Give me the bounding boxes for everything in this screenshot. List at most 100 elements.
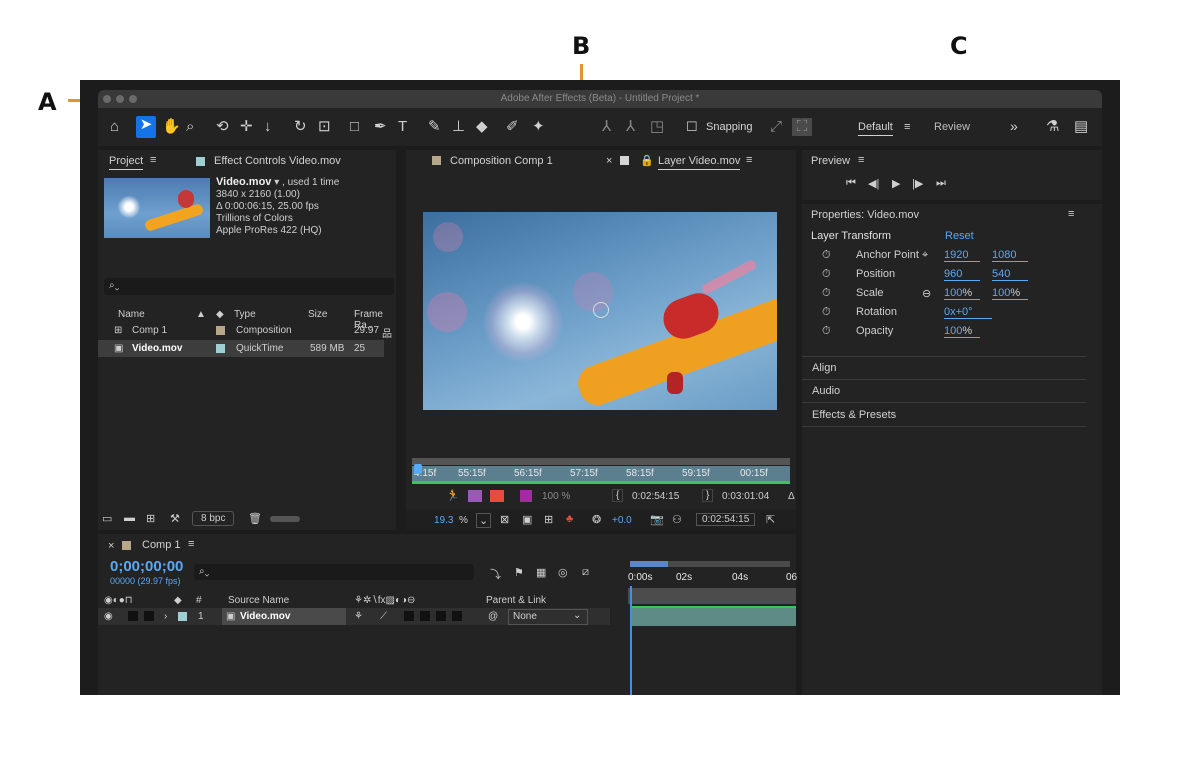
switch-box[interactable] [436, 611, 446, 621]
type-tool-icon[interactable]: T [398, 118, 407, 136]
beta-lab-icon[interactable]: ⚗ [1046, 118, 1059, 136]
playhead-icon[interactable] [414, 464, 422, 474]
snap-features-icon[interactable]: ⛶ [792, 118, 812, 136]
go-to-time-icon[interactable]: ⇱ [766, 513, 775, 526]
shy-layers-icon[interactable]: ⚑ [514, 566, 524, 579]
workspace-menu-icon[interactable]: ≡ [904, 121, 910, 133]
channel-icon[interactable]: ♣ [566, 513, 573, 525]
feedback-icon[interactable]: ▤ [1074, 118, 1088, 136]
tab-layer[interactable]: Layer Video.mov [658, 155, 741, 170]
dolly-tool-icon[interactable]: ↓ [264, 118, 272, 136]
mask-color-b[interactable] [490, 490, 504, 502]
solo-box[interactable] [144, 611, 154, 621]
layer-menu-icon[interactable]: ≡ [746, 154, 752, 166]
project-search-input[interactable]: ⌕⌄ [104, 278, 394, 295]
play-icon[interactable]: ▶ [892, 177, 900, 190]
zoom-value[interactable]: 19.3 [434, 515, 453, 526]
trash-icon[interactable]: 🗑 [248, 512, 262, 525]
switch-box[interactable] [420, 611, 430, 621]
rotation-value[interactable]: 0x+0° [944, 306, 992, 319]
col-parent-link[interactable]: Parent & Link [486, 595, 546, 606]
work-area-range[interactable] [630, 561, 668, 567]
eraser-tool-icon[interactable]: ◆ [476, 118, 488, 136]
tab-composition[interactable]: Composition Comp 1 [450, 155, 553, 167]
comp-marker-icon[interactable]: ⤵ [490, 566, 501, 582]
project-item-video[interactable]: ▣ Video.mov QuickTime 589 MB 25 [98, 340, 384, 357]
stopwatch-icon[interactable]: ⏱ [822, 268, 831, 281]
axis-world-icon[interactable]: ⅄ [626, 118, 635, 136]
opacity-value[interactable]: 100 % [542, 491, 570, 502]
puppet-figure-icon[interactable]: 🏃 [446, 489, 460, 502]
layer-time-ruler[interactable]: 4:15f 55:15f 56:15f 57:15f 58:15f 59:15f… [412, 458, 790, 484]
opacity-field[interactable]: 100% [944, 325, 980, 338]
hand-tool-icon[interactable]: ✋ [162, 118, 181, 136]
timeline-menu-icon[interactable]: ≡ [188, 538, 194, 550]
puppet-pin-icon[interactable]: ✦ [532, 118, 545, 136]
lock-icon[interactable]: 🔒 [640, 154, 654, 167]
selection-tool-icon[interactable]: ➤ [136, 116, 156, 138]
effects-presets-panel[interactable]: Effects & Presets [802, 404, 1086, 427]
scale-x-field[interactable]: 100% [944, 287, 980, 300]
label-tag-icon[interactable]: ◆ [216, 309, 224, 320]
axis-local-icon[interactable]: ⅄ [602, 118, 611, 136]
out-point-time[interactable]: 0:03:01:04 [722, 491, 769, 502]
exposure-value[interactable]: +0.0 [612, 515, 632, 526]
audio-box[interactable] [128, 611, 138, 621]
grid-icon[interactable]: ⊞ [544, 513, 553, 526]
quality-switch-icon[interactable]: ⟋ [380, 611, 387, 622]
roto-brush-icon[interactable]: ✐ [506, 118, 519, 136]
col-type[interactable]: Type [234, 309, 256, 320]
home-icon[interactable]: ⌂ [110, 118, 119, 136]
pan-tool-icon[interactable]: ✛ [240, 118, 253, 136]
tab-timeline-comp[interactable]: Comp 1 [142, 539, 181, 551]
show-snapshot-icon[interactable]: ⚇ [672, 513, 682, 526]
audio-panel[interactable]: Audio [802, 380, 1086, 403]
fit-icon[interactable]: ⊠ [500, 513, 509, 526]
col-source-name[interactable]: Source Name [228, 595, 289, 606]
col-name[interactable]: Name [118, 309, 145, 320]
project-menu-icon[interactable]: ≡ [150, 154, 156, 166]
next-frame-icon[interactable]: |▶ [912, 177, 923, 190]
anchor-target-icon[interactable]: ⌖ [922, 249, 928, 262]
sort-up-icon[interactable]: ▲ [196, 309, 206, 320]
layer-row[interactable]: ◉ › 1 ▣ Video.mov ⚘ ⟋ @ None ⌄ [98, 608, 610, 625]
zoom-dropdown-icon[interactable]: ⌄ [476, 513, 492, 528]
last-frame-icon[interactable]: ⏭ [936, 177, 946, 190]
expand-arrow-icon[interactable]: › [164, 611, 167, 622]
timeline-timecode[interactable]: 0;00;00;00 [110, 558, 183, 575]
workspace-review-tab[interactable]: Review [934, 121, 970, 133]
axis-view-icon[interactable]: ◳ [650, 118, 664, 136]
reset-exposure-icon[interactable]: ❂ [592, 513, 601, 526]
tab-project[interactable]: Project [109, 155, 144, 170]
reset-button[interactable]: Reset [945, 230, 974, 242]
workspace-default-tab[interactable]: Default [858, 121, 893, 136]
snap-edges-icon[interactable]: ⤢ [770, 118, 782, 136]
rotate-tool-icon[interactable]: ↻ [294, 118, 307, 136]
new-comp-icon[interactable]: ⊞ [146, 512, 155, 525]
more-workspaces-icon[interactable]: » [1010, 118, 1018, 134]
in-point-time[interactable]: 0:02:54:15 [632, 491, 679, 502]
anchor-point-y[interactable]: 1080 [992, 249, 1028, 262]
stopwatch-icon[interactable]: ⏱ [822, 306, 831, 319]
time-ruler[interactable]: 0:00s 02s 04s 06 [628, 560, 797, 584]
stopwatch-icon[interactable]: ⏱ [822, 287, 831, 300]
anchor-point-x[interactable]: 1920 [944, 249, 980, 262]
scale-y-field[interactable]: 100% [992, 287, 1028, 300]
viewer-image[interactable] [423, 212, 777, 410]
constrain-link-icon[interactable]: ⊖ [922, 287, 931, 300]
pickwhip-icon[interactable]: @ [488, 611, 498, 622]
eye-icon[interactable]: ◉ [104, 611, 113, 622]
parent-dropdown[interactable]: None ⌄ [508, 609, 588, 625]
switch-box[interactable] [404, 611, 414, 621]
prev-frame-icon[interactable]: ◀| [868, 177, 879, 190]
switch-box[interactable] [452, 611, 462, 621]
layer-name-field[interactable]: ▣ Video.mov [222, 608, 346, 625]
adjust-icon[interactable]: ⚒ [170, 512, 180, 525]
col-size[interactable]: Size [308, 309, 327, 320]
align-panel[interactable]: Align [802, 356, 1086, 380]
frame-blend-icon[interactable]: ▦ [536, 566, 546, 579]
close-layer-tab-icon[interactable]: × [606, 155, 612, 167]
footage-dropdown-icon[interactable]: ▾ [271, 177, 282, 188]
stopwatch-icon[interactable]: ⏱ [822, 249, 831, 262]
zoom-tool-icon[interactable]: ⌕ [186, 118, 194, 136]
